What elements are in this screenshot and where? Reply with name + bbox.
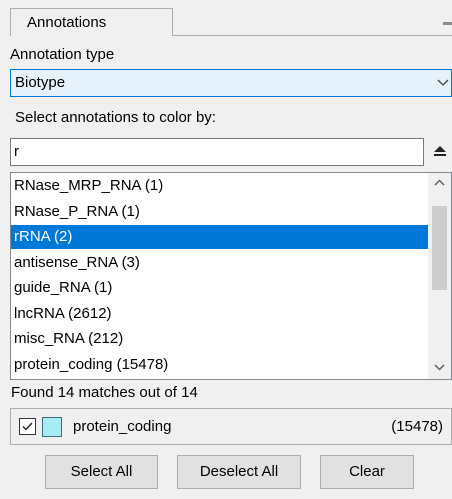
tab-annotations[interactable]: Annotations bbox=[10, 8, 173, 36]
selected-annotation-name: protein_coding bbox=[73, 418, 172, 435]
list-item[interactable]: antisense_RNA (3) bbox=[11, 251, 429, 275]
color-swatch[interactable] bbox=[42, 417, 62, 437]
clear-button[interactable]: Clear bbox=[320, 455, 414, 489]
annotation-checkbox[interactable] bbox=[19, 418, 36, 435]
annotation-search-input[interactable]: r bbox=[10, 138, 424, 166]
annotation-list[interactable]: RNase_MRP_RNA (1) RNase_P_RNA (1) rRNA (2)… bbox=[10, 172, 452, 380]
list-item[interactable]: RNase_P_RNA (1) bbox=[11, 200, 429, 224]
scrollbar-thumb[interactable] bbox=[432, 206, 447, 290]
tab-title: Annotations bbox=[27, 14, 107, 31]
list-item[interactable]: rRNA (2) bbox=[11, 225, 429, 249]
annotation-type-value: Biotype bbox=[15, 74, 66, 91]
match-count-status: Found 14 matches out of 14 bbox=[11, 384, 198, 401]
annotation-type-select[interactable]: Biotype bbox=[10, 69, 452, 97]
list-scrollbar[interactable] bbox=[428, 173, 451, 379]
panel-minimize-icon[interactable] bbox=[443, 22, 452, 25]
select-annotations-label: Select annotations to color by: bbox=[15, 109, 216, 126]
search-input-value: r bbox=[14, 143, 19, 160]
list-item[interactable]: misc_RNA (212) bbox=[11, 327, 429, 351]
annotation-type-label: Annotation type bbox=[10, 46, 115, 63]
list-item[interactable]: RNase_MRP_RNA (1) bbox=[11, 174, 429, 198]
panel-tab-bar: Annotations bbox=[0, 0, 452, 40]
tab-divider bbox=[172, 35, 452, 36]
eject-icon[interactable] bbox=[431, 141, 449, 163]
list-item[interactable]: protein_coding (15478) bbox=[11, 353, 429, 377]
selected-annotation-count: (15478) bbox=[391, 418, 443, 435]
scroll-down-icon[interactable] bbox=[428, 357, 451, 379]
scroll-up-icon[interactable] bbox=[428, 173, 451, 195]
list-item[interactable]: lncRNA (2612) bbox=[11, 302, 429, 326]
chevron-down-icon bbox=[436, 72, 450, 96]
selected-annotation-row: protein_coding (15478) bbox=[10, 408, 452, 445]
select-all-button[interactable]: Select All bbox=[45, 455, 158, 489]
list-item[interactable]: guide_RNA (1) bbox=[11, 276, 429, 300]
deselect-all-button[interactable]: Deselect All bbox=[177, 455, 301, 489]
